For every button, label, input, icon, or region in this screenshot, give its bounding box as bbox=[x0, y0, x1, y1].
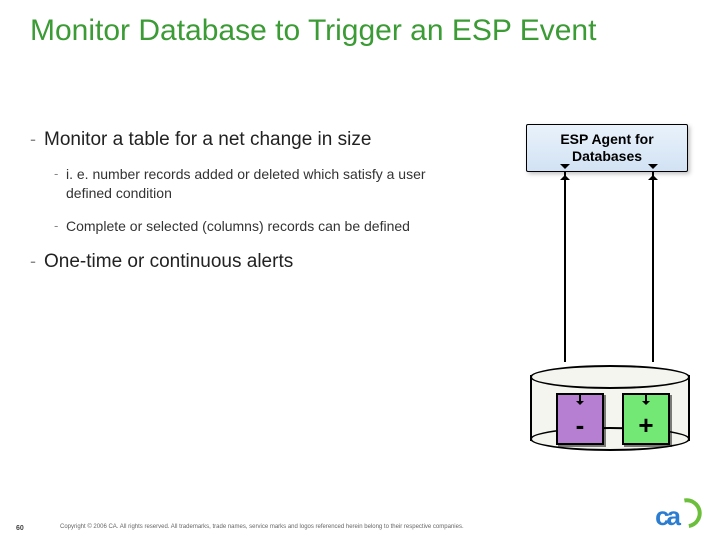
bullet-dash-icon: - bbox=[54, 219, 58, 232]
arrow-down-icon bbox=[648, 164, 658, 174]
copyright-text: Copyright © 2006 CA. All rights reserved… bbox=[60, 524, 464, 530]
bullet-level1: - Monitor a table for a net change in si… bbox=[30, 128, 470, 153]
db-minus-face: - bbox=[556, 393, 604, 445]
arrow-down-icon bbox=[642, 401, 650, 409]
slide-footer: 60 Copyright © 2006 CA. All rights reser… bbox=[0, 512, 720, 532]
bullet-dash-icon: - bbox=[30, 130, 36, 148]
bullet-level2: - Complete or selected (columns) records… bbox=[54, 217, 470, 236]
db-plus-face: + bbox=[622, 393, 670, 445]
bullet-text: Monitor a table for a net change in size bbox=[44, 129, 371, 150]
page-number: 60 bbox=[16, 525, 24, 532]
bullet-dash-icon: - bbox=[54, 167, 58, 180]
esp-agent-box: ESP Agent for Databases bbox=[526, 124, 688, 172]
bullet-level1: - One-time or continuous alerts bbox=[30, 250, 470, 275]
plus-label: + bbox=[624, 410, 668, 441]
slide-body: - Monitor a table for a net change in si… bbox=[30, 122, 470, 286]
database-cylinder-icon: - + bbox=[530, 365, 690, 451]
bullet-text: One-time or continuous alerts bbox=[44, 251, 293, 272]
arrow-down-icon bbox=[560, 164, 570, 174]
bullet-dash-icon: - bbox=[30, 252, 36, 270]
slide-title: Monitor Database to Trigger an ESP Event bbox=[30, 14, 630, 49]
bullet-level2: - i. e. number records added or deleted … bbox=[54, 165, 470, 203]
bullet-text: Complete or selected (columns) records c… bbox=[66, 218, 410, 234]
minus-label: - bbox=[558, 410, 602, 441]
ca-logo-icon: ca bbox=[655, 495, 704, 532]
bullet-text: i. e. number records added or deleted wh… bbox=[66, 166, 426, 201]
arrow-down-icon bbox=[576, 401, 584, 409]
